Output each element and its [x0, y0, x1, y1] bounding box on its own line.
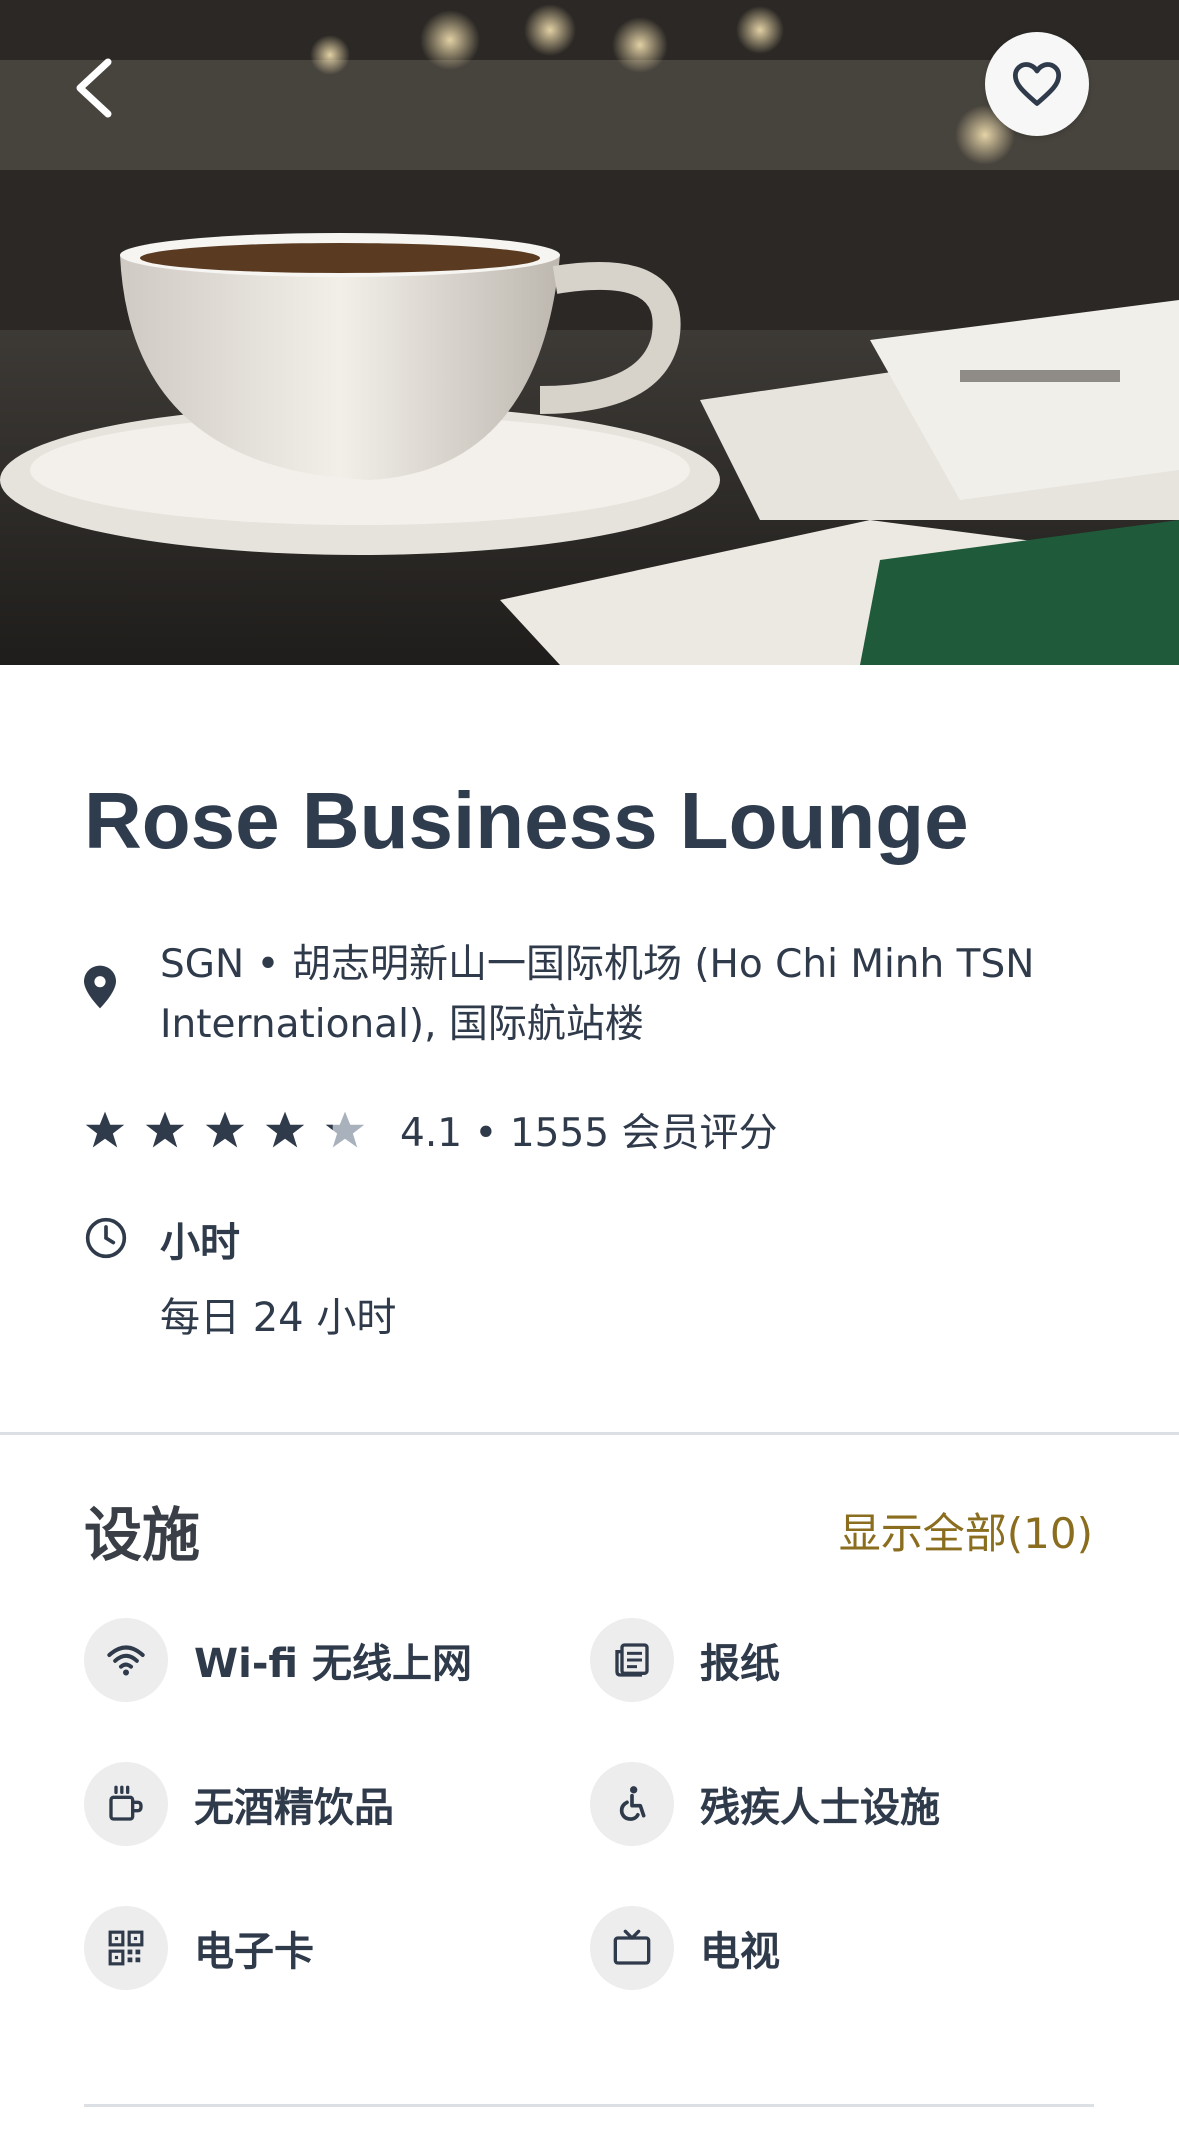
heart-icon — [1012, 62, 1062, 106]
chevron-left-icon — [76, 58, 112, 118]
amenity-tv: 电视 — [590, 1906, 780, 1990]
amenity-label: 电视 — [700, 1929, 780, 1975]
qr-code-icon — [84, 1906, 168, 1990]
accessibility-icon — [590, 1762, 674, 1846]
favorite-button[interactable] — [985, 32, 1089, 136]
show-all-facilities-link[interactable]: 显示全部(10) — [839, 1500, 1093, 1561]
amenity-wifi: Wi-fi 无线上网 — [84, 1618, 472, 1702]
amenity-label: 残疾人士设施 — [700, 1785, 940, 1831]
star-partial-icon — [325, 1111, 365, 1148]
star-full-icon — [85, 1111, 125, 1148]
star-full-icon — [265, 1111, 305, 1148]
star-rating — [84, 1109, 384, 1151]
bottom-divider — [84, 2104, 1094, 2107]
hero-image — [0, 0, 1179, 665]
amenity-label: Wi-fi 无线上网 — [194, 1641, 473, 1687]
location-text: SGN • 胡志明新山一国际机场 (Ho Chi Minh TSN Intern… — [160, 942, 1035, 1047]
hours-value: 每日 24 小时 — [160, 1295, 397, 1341]
rating-text: 4.1 • 1555 会员评分 — [400, 1111, 778, 1156]
amenity-soft-drinks: 无酒精饮品 — [84, 1762, 394, 1846]
amenity-label: 报纸 — [700, 1641, 780, 1687]
amenity-label: 电子卡 — [194, 1929, 314, 1975]
amenity-digital-card: 电子卡 — [84, 1906, 314, 1990]
amenity-newspaper: 报纸 — [590, 1618, 780, 1702]
star-full-icon — [205, 1111, 245, 1148]
section-divider — [0, 1432, 1179, 1435]
clock-icon — [85, 1217, 127, 1259]
facilities-title: 设施 — [84, 1501, 201, 1569]
amenity-label: 无酒精饮品 — [194, 1785, 394, 1831]
cup-icon — [84, 1762, 168, 1846]
hours-label: 小时 — [160, 1220, 240, 1266]
lounge-title: Rose Business Lounge — [84, 776, 969, 865]
amenity-accessibility: 残疾人士设施 — [590, 1762, 940, 1846]
wifi-icon — [84, 1618, 168, 1702]
tv-icon — [590, 1906, 674, 1990]
star-full-icon — [145, 1111, 185, 1148]
back-button[interactable] — [64, 48, 124, 128]
rating-row: 4.1 • 1555 会员评分 — [84, 1100, 777, 1160]
newspaper-icon — [590, 1618, 674, 1702]
map-pin-icon — [84, 965, 116, 1009]
